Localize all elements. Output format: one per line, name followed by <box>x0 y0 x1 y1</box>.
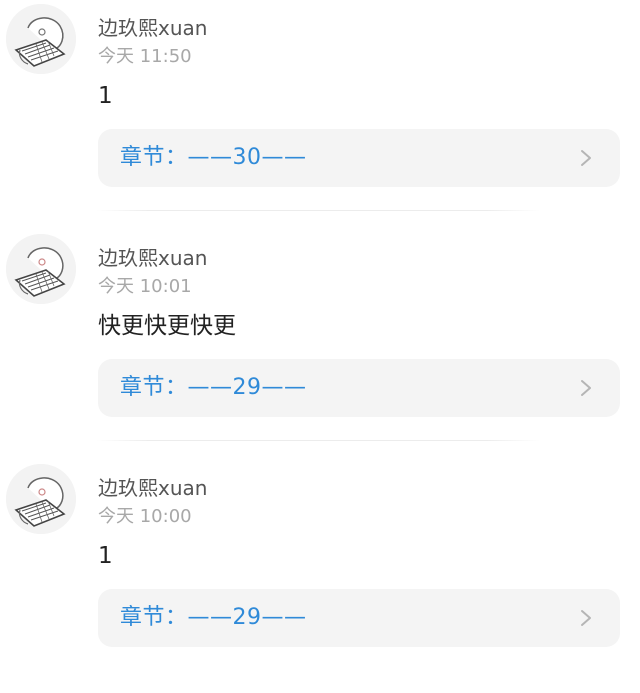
chapter-link-card[interactable]: 章节：——30—— <box>98 129 620 187</box>
username[interactable]: 边玖熙xuan <box>98 474 207 502</box>
chevron-right-icon <box>581 150 591 166</box>
chevron-right-icon <box>581 610 591 626</box>
chapter-label: 章节：——29—— <box>120 605 307 630</box>
chapter-label: 章节：——29—— <box>120 375 307 400</box>
chapter-link-card[interactable]: 章节：——29—— <box>98 359 620 417</box>
comment-text: 1 <box>98 543 113 569</box>
avatar[interactable] <box>6 464 76 534</box>
avatar[interactable] <box>6 234 76 304</box>
comment-item: 边玖熙xuan 今天 10:01 快更快更快更 章节：——29—— <box>0 234 640 463</box>
chapter-label: 章节：——30—— <box>120 145 307 170</box>
avatar[interactable] <box>6 4 76 74</box>
divider <box>96 210 540 211</box>
chevron-right-icon <box>581 380 591 396</box>
divider <box>96 440 540 441</box>
username[interactable]: 边玖熙xuan <box>98 14 207 42</box>
avatar-keyboard-doodle-icon <box>6 464 76 534</box>
comment-timestamp: 今天 10:01 <box>98 276 192 297</box>
comment-timestamp: 今天 11:50 <box>98 46 192 67</box>
avatar-keyboard-doodle-icon <box>6 4 76 74</box>
comment-timestamp: 今天 10:00 <box>98 506 192 527</box>
comment-text: 1 <box>98 83 113 109</box>
username[interactable]: 边玖熙xuan <box>98 244 207 272</box>
comment-item: 边玖熙xuan 今天 11:50 1 章节：——30—— <box>0 4 640 233</box>
comment-text: 快更快更快更 <box>98 313 236 339</box>
comment-item: 边玖熙xuan 今天 10:00 1 章节：——29—— <box>0 464 640 693</box>
avatar-keyboard-doodle-icon <box>6 234 76 304</box>
chapter-link-card[interactable]: 章节：——29—— <box>98 589 620 647</box>
